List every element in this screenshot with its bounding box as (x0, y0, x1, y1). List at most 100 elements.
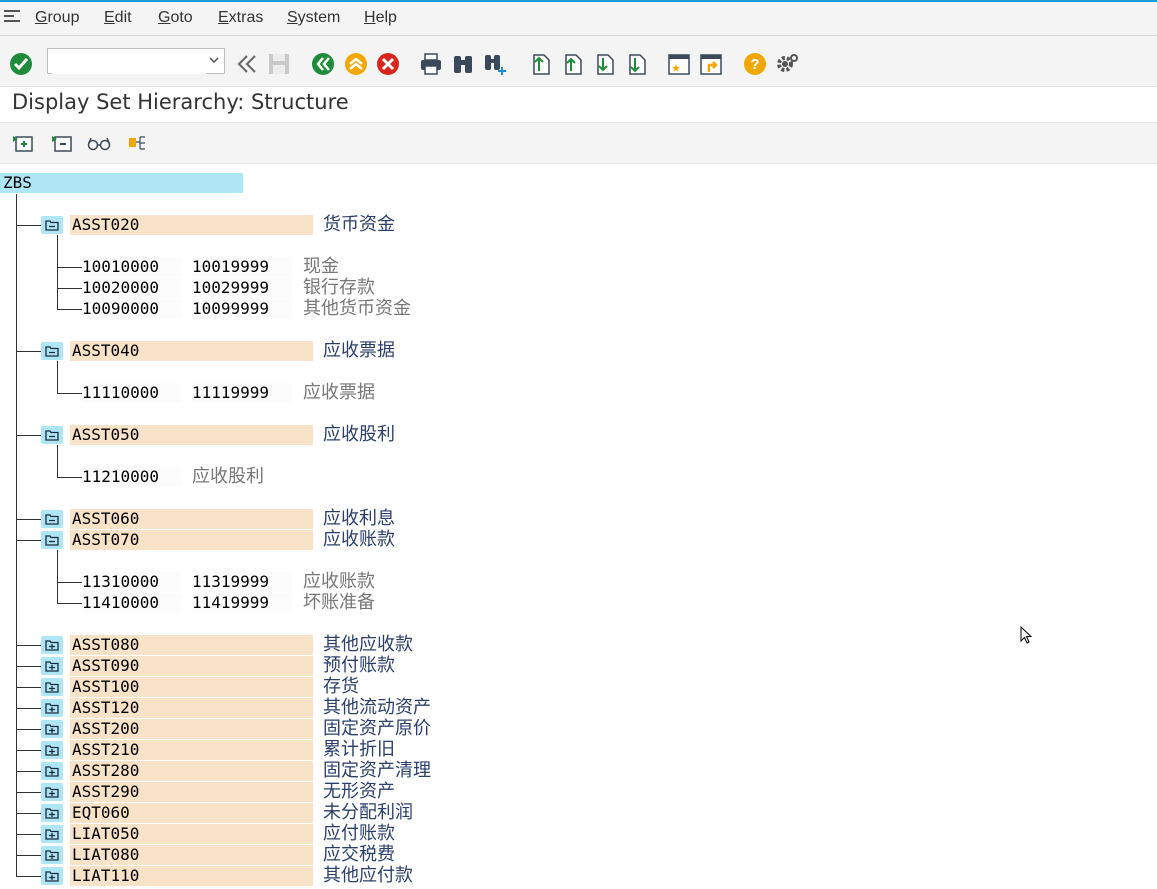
find-next-button[interactable] (482, 51, 508, 77)
collapse-toggle[interactable] (41, 636, 63, 654)
collapse-all-button[interactable] (50, 131, 74, 155)
menu-goto[interactable]: Goto (158, 9, 193, 27)
node-id[interactable]: ASST020 (70, 215, 313, 235)
range-to[interactable]: 10019999 (192, 257, 292, 277)
range-to[interactable]: 10099999 (192, 299, 292, 319)
back-button[interactable] (310, 51, 336, 77)
node-id[interactable]: ASST040 (70, 341, 313, 361)
node-id[interactable]: ASST100 (70, 677, 313, 697)
collapse-toggle[interactable] (41, 804, 63, 822)
collapse-toggle[interactable] (41, 678, 63, 696)
collapse-toggle[interactable] (41, 783, 63, 801)
previous-page-button[interactable] (559, 51, 585, 77)
structure-button[interactable] (126, 131, 150, 155)
node-id[interactable]: ASST290 (70, 782, 313, 802)
exit-button[interactable] (343, 51, 369, 77)
collapse-toggle[interactable] (41, 762, 63, 780)
node-id[interactable]: ASST280 (70, 761, 313, 781)
display-button[interactable] (87, 131, 111, 155)
node-description: 其他应收款 (323, 634, 413, 655)
tree-connector (16, 687, 41, 688)
node-description: 累计折旧 (323, 739, 395, 760)
last-page-button[interactable] (623, 51, 649, 77)
range-from[interactable]: 10020000 (82, 278, 182, 298)
folder-closed-icon (45, 724, 59, 735)
print-button[interactable] (418, 51, 444, 77)
first-page-button[interactable] (527, 51, 553, 77)
folder-closed-icon (45, 850, 59, 861)
node-id[interactable]: LIAT110 (70, 866, 313, 886)
range-from[interactable]: 10090000 (82, 299, 182, 319)
tree-trunk (16, 194, 17, 877)
expand-all-button[interactable] (11, 131, 35, 155)
range-from[interactable]: 11310000 (82, 572, 182, 592)
node-id[interactable]: LIAT080 (70, 845, 313, 865)
folder-closed-icon (45, 745, 59, 756)
collapse-toggle[interactable] (41, 825, 63, 843)
range-to[interactable]: 11319999 (192, 572, 292, 592)
help-button[interactable]: ? (742, 51, 768, 77)
node-id[interactable]: ASST210 (70, 740, 313, 760)
expand-toggle[interactable] (41, 510, 63, 528)
menu-help[interactable]: Help (364, 9, 397, 27)
double-chevron-left-icon (237, 55, 256, 73)
collapse-toggle[interactable] (41, 720, 63, 738)
expand-toggle[interactable] (41, 342, 63, 360)
node-description: 其他流动资产 (323, 697, 431, 718)
tree-connector (16, 834, 41, 835)
find-button[interactable] (450, 51, 476, 77)
first-page-icon (533, 54, 550, 75)
command-field[interactable] (47, 48, 225, 74)
range-from[interactable]: 11410000 (82, 593, 182, 613)
node-id[interactable]: ASST080 (70, 635, 313, 655)
cancel-button[interactable] (375, 51, 401, 77)
collapse-toggle[interactable] (41, 867, 63, 885)
collapse-toolbar-button[interactable] (234, 51, 260, 77)
gear-icon (777, 54, 798, 72)
enter-button[interactable] (8, 51, 34, 77)
node-id[interactable]: LIAT050 (70, 824, 313, 844)
node-id[interactable]: ASST060 (70, 509, 313, 529)
collapse-toggle[interactable] (41, 741, 63, 759)
customize-layout-button[interactable] (774, 51, 800, 77)
node-id[interactable]: EQT060 (70, 803, 313, 823)
menu-extras[interactable]: Extras (218, 9, 263, 27)
collapse-toggle[interactable] (41, 846, 63, 864)
collapse-toggle[interactable] (41, 657, 63, 675)
menu-group[interactable]: Group (35, 9, 79, 27)
range-to[interactable]: 10029999 (192, 278, 292, 298)
menu-icon[interactable] (4, 10, 20, 22)
folder-open-icon (45, 430, 59, 441)
range-from[interactable]: 10010000 (82, 257, 182, 277)
menu-system[interactable]: System (287, 9, 340, 27)
expand-toggle[interactable] (41, 426, 63, 444)
hierarchy-icon (129, 136, 145, 150)
expand-toggle[interactable] (41, 531, 63, 549)
node-id[interactable]: ASST120 (70, 698, 313, 718)
tree-connector (16, 435, 41, 436)
menu-edit[interactable]: Edit (104, 9, 132, 27)
range-from[interactable]: 11110000 (82, 383, 182, 403)
next-page-button[interactable] (591, 51, 617, 77)
page-title: Display Set Hierarchy: Structure (12, 90, 349, 114)
tree-root[interactable]: ZBS (0, 173, 243, 193)
previous-page-icon (565, 54, 582, 75)
node-id[interactable]: ASST200 (70, 719, 313, 739)
collapse-toggle[interactable] (41, 699, 63, 717)
shortcut-button[interactable] (698, 51, 724, 77)
chevron-down-icon[interactable] (208, 54, 220, 66)
save-button[interactable] (266, 51, 292, 77)
node-id[interactable]: ASST090 (70, 656, 313, 676)
range-to[interactable]: 11119999 (192, 383, 292, 403)
leaf-trunk (57, 235, 58, 310)
node-description: 固定资产清理 (323, 760, 431, 781)
tree-connector (16, 792, 41, 793)
node-id[interactable]: ASST050 (70, 425, 313, 445)
range-to[interactable]: 11419999 (192, 593, 292, 613)
create-session-button[interactable] (666, 51, 692, 77)
expand-toggle[interactable] (41, 216, 63, 234)
folder-closed-icon (45, 682, 59, 693)
node-id[interactable]: ASST070 (70, 530, 313, 550)
command-input[interactable] (52, 50, 206, 74)
range-from[interactable]: 11210000 (82, 467, 182, 487)
